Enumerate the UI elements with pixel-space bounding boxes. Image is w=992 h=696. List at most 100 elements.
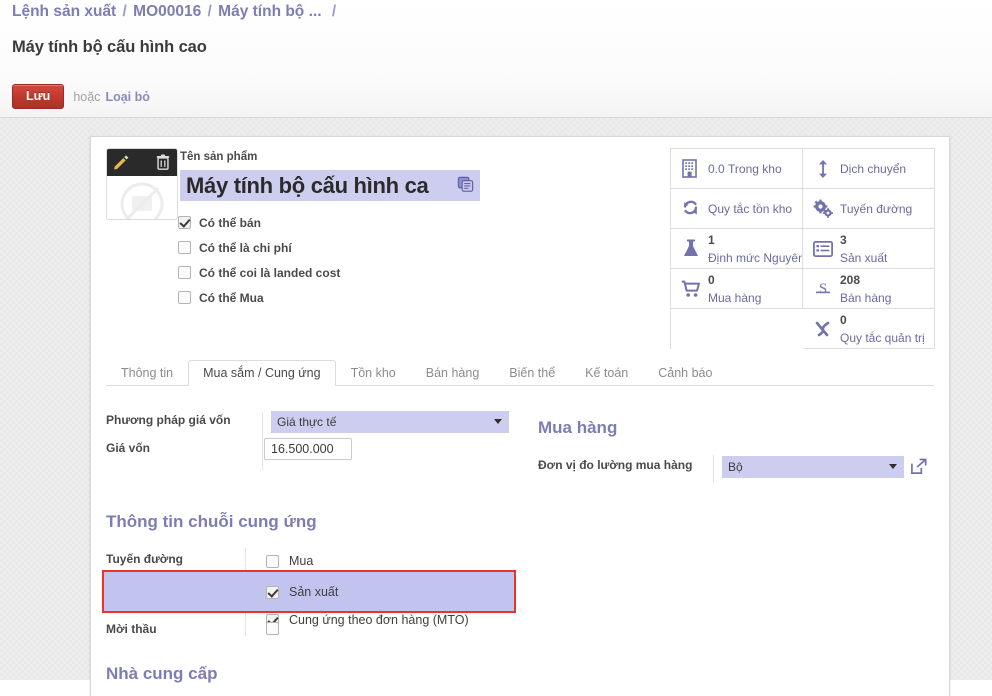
smart-button-text: Dịch chuyển bbox=[840, 160, 906, 178]
routes-checkbox-group: Mua Sản xuất Cung ứng theo đơn hàng (MTO… bbox=[266, 550, 469, 631]
routes-label: Tuyến đường bbox=[106, 552, 183, 566]
route-row[interactable]: Mua bbox=[266, 550, 469, 572]
form-action-buttons: Lưu hoặc Loại bỏ bbox=[12, 84, 150, 109]
smart-button-placeholder bbox=[671, 309, 803, 349]
can-be-expensed-checkbox[interactable] bbox=[178, 241, 191, 254]
landed-cost-checkbox[interactable] bbox=[178, 266, 191, 279]
smart-button-sales[interactable]: S 208 Bán hàng bbox=[803, 269, 935, 309]
checkbox-label: Có thể là chi phí bbox=[199, 240, 292, 255]
checkbox-label: Có thể coi là landed cost bbox=[199, 265, 341, 280]
route-row[interactable]: Cung ứng theo đơn hàng (MTO) bbox=[266, 609, 469, 631]
costing-method-select[interactable]: Giá thực tế bbox=[271, 411, 509, 433]
route-buy-checkbox[interactable] bbox=[266, 554, 279, 568]
pencil-icon[interactable] bbox=[112, 153, 130, 171]
smart-button-text: 0 Mua hàng bbox=[708, 271, 761, 307]
checkbox-label: Có thể bán bbox=[199, 215, 261, 230]
tab-ban-hang[interactable]: Bán hàng bbox=[411, 360, 495, 386]
smart-button-manufacturing[interactable]: 3 Sản xuất bbox=[803, 229, 935, 269]
smart-button-text: 3 Sản xuất bbox=[840, 231, 887, 267]
vendors-section-heading: Nhà cung cấp bbox=[106, 664, 218, 683]
route-label: Cung ứng theo đơn hàng (MTO) bbox=[289, 613, 469, 627]
costing-method-label: Phương pháp giá vốn bbox=[106, 413, 231, 427]
smart-button-putaway-rules[interactable]: 0 Quy tắc quản trị bbox=[803, 309, 935, 349]
smart-button-purchases[interactable]: 0 Mua hàng bbox=[671, 269, 803, 309]
discard-button[interactable]: Loại bỏ bbox=[105, 90, 149, 104]
breadcrumb-item-2[interactable]: Máy tính bộ ... bbox=[218, 3, 321, 20]
breadcrumb-separator: / bbox=[122, 3, 127, 20]
can-be-sold-checkbox[interactable] bbox=[178, 216, 191, 229]
breadcrumb-separator: / bbox=[207, 3, 212, 20]
building-icon bbox=[680, 158, 701, 180]
smart-button-value: 0 bbox=[840, 312, 847, 327]
product-image-widget[interactable] bbox=[106, 148, 178, 220]
purchase-uom-select[interactable]: Bộ bbox=[722, 456, 904, 478]
tab-bien-the[interactable]: Biến thể bbox=[494, 360, 570, 386]
strikethrough-s-icon: S bbox=[812, 278, 833, 300]
smart-button-label: Định mức Nguyên bbox=[708, 250, 802, 265]
checkbox-row[interactable]: Có thể là chi phí bbox=[178, 237, 340, 258]
smart-button-bom[interactable]: 1 Định mức Nguyên bbox=[671, 229, 803, 269]
or-label: hoặc bbox=[73, 89, 101, 104]
refresh-icon bbox=[680, 198, 701, 220]
smart-button-text: 1 Định mức Nguyên bbox=[708, 231, 802, 267]
smart-button-moves[interactable]: Dịch chuyển bbox=[803, 149, 935, 189]
product-name-input[interactable] bbox=[180, 170, 480, 201]
smart-button-text: Quy tắc tồn kho bbox=[708, 200, 792, 218]
translate-icon[interactable] bbox=[456, 175, 475, 194]
tab-mua-sam-cung-ung[interactable]: Mua sắm / Cung ứng bbox=[188, 360, 336, 386]
route-label: Sản xuất bbox=[289, 585, 339, 599]
checkbox-row[interactable]: Có thể coi là landed cost bbox=[178, 262, 340, 283]
smart-button-row: 0 Quy tắc quản trị bbox=[671, 309, 935, 349]
tender-label: Mời thầu bbox=[106, 622, 157, 636]
chi-icon bbox=[812, 318, 833, 340]
smart-button-inline-label: 0.0 Trong kho bbox=[708, 161, 782, 176]
field-divider bbox=[713, 455, 714, 483]
purchase-uom-label: Đơn vị đo lường mua hàng bbox=[538, 458, 693, 472]
route-label: Mua bbox=[289, 554, 314, 568]
smart-button-text: 0 Quy tắc quản trị bbox=[840, 311, 925, 347]
breadcrumb-item-1[interactable]: MO00016 bbox=[133, 3, 201, 20]
tab-thong-tin[interactable]: Thông tin bbox=[106, 360, 188, 386]
control-panel: Lệnh sản xuất / MO00016 / Máy tính bộ ..… bbox=[0, 0, 992, 118]
smart-button-row: 0 Mua hàng S 208 Bán hàng bbox=[671, 269, 935, 309]
tab-ke-toan[interactable]: Kế toán bbox=[570, 360, 643, 386]
list-alt-icon bbox=[812, 238, 833, 260]
smart-button-value: 0 bbox=[708, 272, 715, 287]
breadcrumb: Lệnh sản xuất / MO00016 / Máy tính bộ ..… bbox=[12, 3, 336, 21]
tender-checkbox[interactable] bbox=[266, 622, 279, 635]
field-divider bbox=[262, 412, 263, 470]
route-row[interactable]: Sản xuất bbox=[266, 581, 469, 603]
tab-ton-kho[interactable]: Tồn kho bbox=[336, 360, 411, 386]
smart-button-inline-label: Tuyến đường bbox=[840, 201, 913, 216]
smart-button-reordering-rules[interactable]: Quy tắc tồn kho bbox=[671, 189, 803, 229]
smart-button-label: Quy tắc quản trị bbox=[840, 330, 925, 345]
checkbox-row[interactable]: Có thể bán bbox=[178, 212, 340, 233]
trash-icon[interactable] bbox=[154, 153, 172, 171]
smart-button-inline-label: Dịch chuyển bbox=[840, 161, 907, 176]
smart-button-text: 208 Bán hàng bbox=[840, 271, 891, 307]
supply-chain-heading: Thông tin chuỗi cung ứng bbox=[106, 512, 317, 531]
form-notebook-tabs: Thông tin Mua sắm / Cung ứng Tồn kho Bán… bbox=[106, 358, 934, 386]
smart-button-value: 3 bbox=[840, 232, 847, 247]
checkbox-row[interactable]: Có thể Mua bbox=[178, 287, 340, 308]
smart-button-on-hand[interactable]: 0.0 Trong kho bbox=[671, 149, 803, 189]
smart-button-panel: 0.0 Trong kho Dịch chuyển Quy tắc tồn kh… bbox=[670, 148, 935, 349]
breadcrumb-item-0[interactable]: Lệnh sản xuất bbox=[12, 3, 116, 20]
smart-button-label: Bán hàng bbox=[840, 290, 892, 305]
route-manufacture-checkbox[interactable] bbox=[266, 585, 279, 599]
arrows-v-icon bbox=[812, 158, 833, 180]
cart-icon bbox=[680, 278, 701, 300]
tab-canh-bao[interactable]: Cảnh báo bbox=[643, 360, 727, 386]
can-be-purchased-checkbox[interactable] bbox=[178, 291, 191, 304]
smart-button-text: 0.0 Trong kho bbox=[708, 160, 782, 178]
cost-price-label: Giá vốn bbox=[106, 441, 151, 455]
svg-text:S: S bbox=[818, 281, 826, 297]
smart-button-row: Quy tắc tồn kho Tuyến đường bbox=[671, 189, 935, 229]
save-button[interactable]: Lưu bbox=[12, 84, 65, 109]
product-name-label: Tên sản phẩm bbox=[180, 151, 258, 163]
checkbox-label: Có thể Mua bbox=[199, 290, 264, 305]
external-link-icon[interactable] bbox=[910, 458, 927, 475]
product-flags-list: Có thể bán Có thể là chi phí Có thể coi … bbox=[178, 212, 340, 312]
cost-price-input[interactable] bbox=[264, 438, 352, 460]
smart-button-routes[interactable]: Tuyến đường bbox=[803, 189, 935, 229]
